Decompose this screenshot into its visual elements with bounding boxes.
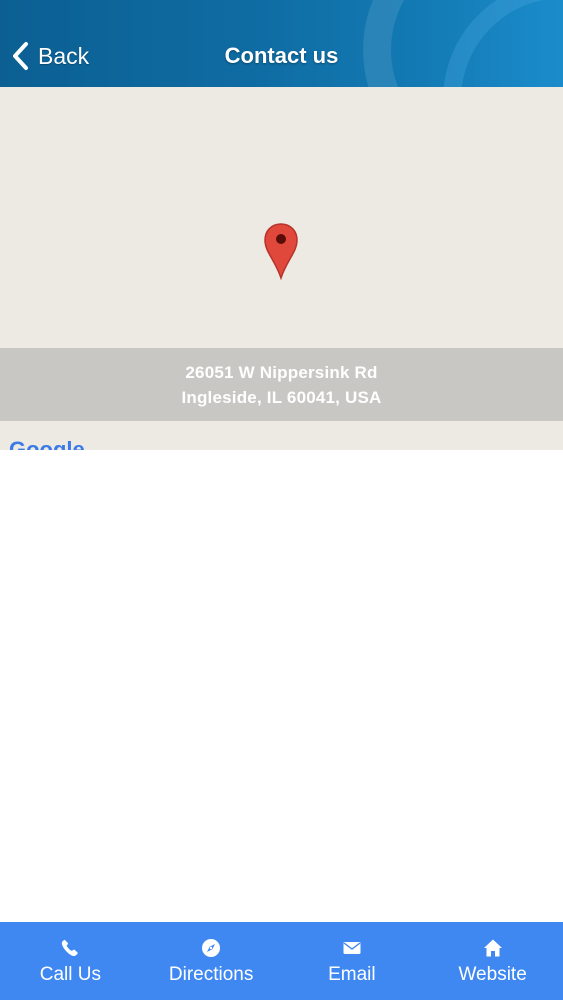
content-area (0, 450, 563, 922)
tab-website-label: Website (458, 964, 527, 985)
tab-email[interactable]: Email (282, 922, 423, 1000)
tab-bar: Call Us Directions Email Website (0, 922, 563, 1000)
page-title: Contact us (224, 43, 339, 68)
google-logo: Google (9, 437, 85, 450)
address-banner: 26051 W Nippersink Rd Ingleside, IL 6004… (0, 348, 563, 421)
map-view[interactable]: 26051 W Nippersink Rd Ingleside, IL 6004… (0, 87, 563, 450)
tab-directions-label: Directions (168, 964, 254, 985)
tab-call-us[interactable]: Call Us (0, 922, 141, 1000)
home-icon (483, 939, 502, 957)
tab-email-label: Email (328, 964, 376, 985)
envelope-icon (343, 942, 361, 954)
tab-website[interactable]: Website (422, 922, 563, 1000)
tab-call-us-label: Call Us (39, 964, 101, 985)
phone-icon (62, 939, 79, 957)
address-line-2: Ingleside, IL 60041, USA (181, 387, 382, 407)
address-line-1: 26051 W Nippersink Rd (185, 362, 378, 382)
tab-directions[interactable]: Directions (141, 922, 282, 1000)
map-pin-icon[interactable] (262, 222, 300, 280)
nav-bar: Back Contact us (0, 0, 563, 87)
compass-icon (202, 939, 221, 957)
